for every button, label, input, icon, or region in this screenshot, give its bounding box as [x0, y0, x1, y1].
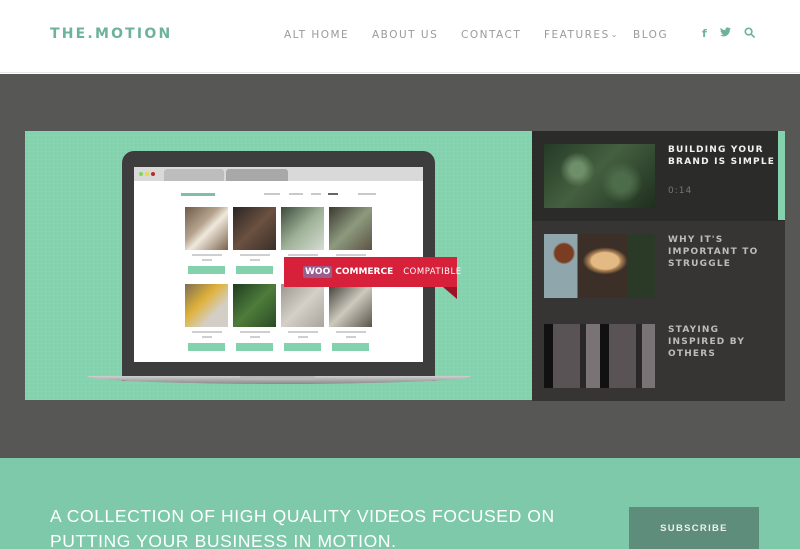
- browser-tab: [164, 169, 224, 181]
- mini-site-logo: [181, 193, 215, 196]
- video-playlist: BUILDING YOUR BRAND IS SIMPLE 0:14 WHY I…: [532, 131, 785, 401]
- search-icon[interactable]: [744, 27, 755, 41]
- mini-nav-item: [289, 193, 303, 195]
- video-thumbnail: [544, 144, 655, 208]
- chevron-down-icon: ⌄: [610, 30, 619, 39]
- mini-product-card: [233, 207, 276, 274]
- mini-nav-item: [264, 193, 280, 195]
- site-logo[interactable]: THE.MOTION: [50, 26, 172, 42]
- playlist-item[interactable]: BUILDING YOUR BRAND IS SIMPLE 0:14: [532, 131, 785, 221]
- subscribe-button[interactable]: SUBSCRIBE: [629, 507, 759, 549]
- nav-item-blog[interactable]: BLOG: [633, 29, 668, 41]
- video-duration: 0:14: [668, 186, 693, 196]
- mini-product-card: [233, 284, 276, 351]
- nav-item-about-us[interactable]: ABOUT US: [372, 29, 438, 41]
- browser-dot-icon: [145, 172, 149, 176]
- video-title: STAYING INSPIRED BY OTHERS: [668, 325, 746, 359]
- twitter-icon[interactable]: [720, 27, 731, 40]
- nav-item-features[interactable]: FEATURES⌄: [544, 29, 619, 41]
- playlist-scrollbar[interactable]: [778, 131, 785, 220]
- playlist-item[interactable]: WHY IT'S IMPORTANT TO STRUGGLE: [532, 221, 785, 311]
- browser-dot-icon: [151, 172, 155, 176]
- commerce-logo: COMMERCE: [335, 267, 394, 277]
- video-title: WHY IT'S IMPORTANT TO STRUGGLE: [668, 235, 759, 269]
- video-title: BUILDING YOUR BRAND IS SIMPLE: [668, 145, 776, 167]
- facebook-icon[interactable]: f: [702, 27, 707, 40]
- mini-product-card: [185, 284, 228, 351]
- woo-logo: WOO: [303, 266, 333, 278]
- subscribe-cta-section: A COLLECTION OF HIGH QUALITY VIDEOS FOCU…: [0, 458, 800, 549]
- browser-bar: [134, 167, 423, 181]
- video-thumbnail: [544, 234, 655, 298]
- compatible-label: COMPATIBLE: [403, 267, 462, 277]
- woocommerce-compatible-badge: WOO COMMERCE COMPATIBLE: [284, 257, 461, 299]
- playlist-item[interactable]: STAYING INSPIRED BY OTHERS: [532, 311, 785, 401]
- featured-video-player[interactable]: WOO COMMERCE COMPATIBLE: [25, 131, 532, 400]
- nav-item-contact[interactable]: CONTACT: [461, 29, 521, 41]
- video-thumbnail: [544, 324, 655, 388]
- mini-nav-item: [328, 193, 338, 195]
- mini-product-card: [281, 284, 324, 351]
- nav-item-features-label: FEATURES: [544, 29, 610, 41]
- mini-product-card: [185, 207, 228, 274]
- site-header: THE.MOTION ALT HOME ABOUT US CONTACT FEA…: [0, 0, 800, 73]
- nav-item-alt-home[interactable]: ALT HOME: [284, 29, 349, 41]
- mini-nav-item: [311, 193, 321, 195]
- cta-headline: A COLLECTION OF HIGH QUALITY VIDEOS FOCU…: [50, 506, 555, 549]
- mini-product-card: [329, 284, 372, 351]
- browser-dot-icon: [139, 172, 143, 176]
- laptop-notch: [240, 376, 315, 380]
- mini-social-icons: [358, 193, 376, 195]
- browser-tab: [226, 169, 288, 181]
